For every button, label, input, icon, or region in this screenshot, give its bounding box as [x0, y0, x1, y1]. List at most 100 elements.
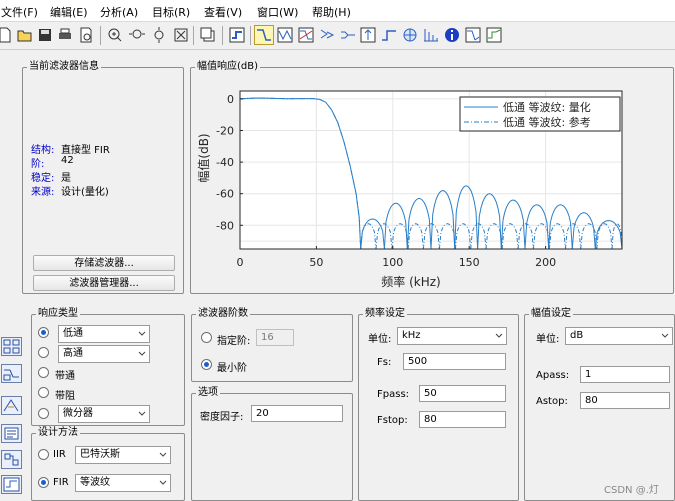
minimum-order-label: 最小阶	[217, 363, 247, 374]
design-method-title: 设计方法	[36, 427, 80, 439]
highpass-select[interactable]: 高通	[58, 345, 150, 363]
differentiator-radio[interactable]	[38, 408, 49, 419]
toolbar	[0, 22, 675, 50]
zoom-x-icon[interactable]	[128, 26, 146, 44]
bandstop-radio[interactable]	[38, 387, 49, 398]
lowpass-select[interactable]: 低通	[58, 325, 150, 343]
menu-help[interactable]: 帮助(H)	[312, 4, 351, 20]
iir-radio[interactable]	[38, 449, 49, 460]
stable-key: 稳定:	[31, 173, 55, 184]
structure-key: 结构:	[31, 145, 55, 156]
info-icon[interactable]	[443, 26, 461, 44]
design-method-panel: 设计方法 IIR 巴特沃斯 FIR 等波纹	[31, 427, 185, 501]
freq-units-label: 单位:	[368, 334, 392, 345]
density-factor-input[interactable]: 20	[251, 405, 343, 422]
pole-zero-icon[interactable]	[401, 26, 419, 44]
fir-label: FIR	[53, 477, 69, 488]
zoom-in-icon[interactable]	[106, 26, 124, 44]
transform-filter-side-icon[interactable]	[1, 364, 22, 383]
zoom-y-icon[interactable]	[150, 26, 168, 44]
round-off-icon[interactable]	[485, 26, 503, 44]
magnitude-phase-icon[interactable]	[297, 26, 315, 44]
phase-delay-icon[interactable]	[339, 26, 357, 44]
magnitude-response-icon[interactable]	[254, 25, 274, 45]
magnitude-specs-title: 幅值设定	[529, 308, 573, 320]
options-panel: 选项 密度因子: 20	[191, 387, 353, 501]
current-filter-info-title: 当前滤波器信息	[27, 61, 101, 73]
step-response-icon[interactable]	[380, 26, 398, 44]
open-icon[interactable]	[16, 26, 34, 44]
freq-units-select[interactable]: kHz	[397, 327, 507, 345]
magnitude-specs-panel: 幅值设定 单位: dB Apass: 1 Astop: 80	[524, 308, 675, 501]
coefficients-icon[interactable]	[422, 26, 440, 44]
menu-view[interactable]: 查看(V)	[204, 4, 242, 20]
menu-analysis[interactable]: 分析(A)	[100, 4, 138, 20]
menu-targets[interactable]: 目标(R)	[152, 4, 190, 20]
fpass-label: Fpass:	[377, 389, 410, 400]
menu-file[interactable]: 文件(F)	[1, 4, 38, 20]
new-window-icon[interactable]	[199, 26, 217, 44]
magnitude-response-panel: 幅值响应(dB)	[190, 61, 674, 294]
impulse-response-icon[interactable]	[359, 26, 377, 44]
response-type-title: 响应类型	[36, 308, 80, 320]
realize-model-side-icon[interactable]	[1, 396, 22, 415]
density-factor-label: 密度因子:	[200, 412, 244, 423]
lowpass-radio[interactable]	[38, 327, 49, 338]
apass-label: Apass:	[536, 370, 570, 381]
group-delay-icon[interactable]	[318, 26, 336, 44]
design-mode-icon[interactable]	[228, 26, 246, 44]
frequency-specs-panel: 频率设定 单位: kHz Fs: 500 Fpass: 50 Fstop: 80	[358, 308, 519, 501]
apass-input[interactable]: 1	[580, 366, 670, 383]
full-view-icon[interactable]	[172, 26, 190, 44]
options-title: 选项	[196, 387, 220, 399]
filter-manager-button[interactable]: 滤波器管理器...	[33, 275, 175, 291]
watermark: CSDN @.灯	[604, 485, 659, 496]
phase-response-icon[interactable]	[276, 26, 294, 44]
mag-units-label: 单位:	[536, 334, 560, 345]
menu-bar: 文件(F) 编辑(E) 分析(A) 目标(R) 查看(V) 窗口(W) 帮助(H…	[0, 0, 675, 22]
bandstop-label: 带阻	[55, 391, 75, 402]
structure-value: 直接型 FIR	[61, 145, 110, 156]
order-value: 42	[61, 155, 74, 166]
source-key: 来源:	[31, 187, 55, 198]
differentiator-select[interactable]: 微分器	[58, 405, 150, 423]
store-filter-button[interactable]: 存储滤波器...	[33, 255, 175, 271]
noise-icon[interactable]	[464, 26, 482, 44]
iir-label: IIR	[53, 449, 66, 460]
astop-label: Astop:	[536, 396, 568, 407]
fir-method-select[interactable]: 等波纹	[75, 474, 171, 492]
response-type-panel: 响应类型 低通 高通 带通 带阻 微分器	[31, 308, 185, 426]
astop-input[interactable]: 80	[580, 392, 670, 409]
fstop-input[interactable]: 80	[419, 411, 506, 428]
bandpass-label: 带通	[55, 371, 75, 382]
magnitude-response-title: 幅值响应(dB)	[195, 61, 261, 73]
filter-order-panel: 滤波器阶数 指定阶: 16 最小阶	[191, 308, 353, 382]
design-filter-side-icon[interactable]	[1, 475, 22, 494]
highpass-radio[interactable]	[38, 347, 49, 358]
bandpass-radio[interactable]	[38, 367, 49, 378]
pole-zero-editor-side-icon[interactable]	[1, 337, 22, 356]
filter-order-title: 滤波器阶数	[196, 308, 250, 320]
current-filter-info-panel: 当前滤波器信息 结构: 直接型 FIR 阶: 42 稳定: 是 来源: 设计(量…	[22, 61, 184, 294]
multirate-side-icon[interactable]	[1, 450, 22, 469]
fir-radio[interactable]	[38, 477, 49, 488]
fs-input[interactable]: 500	[403, 353, 506, 370]
source-value: 设计(量化)	[61, 187, 109, 198]
print-preview-icon[interactable]	[77, 26, 95, 44]
fstop-label: Fstop:	[377, 415, 408, 426]
frequency-specs-title: 频率设定	[363, 308, 407, 320]
menu-window[interactable]: 窗口(W)	[257, 4, 298, 20]
stable-value: 是	[61, 173, 71, 184]
menu-edit[interactable]: 编辑(E)	[50, 4, 88, 20]
specify-order-radio[interactable]	[201, 332, 212, 343]
import-filter-side-icon[interactable]	[1, 424, 22, 443]
mag-units-select[interactable]: dB	[565, 327, 673, 345]
fpass-input[interactable]: 50	[419, 385, 506, 402]
fs-label: Fs:	[377, 357, 392, 368]
minimum-order-radio[interactable]	[201, 359, 212, 370]
new-icon[interactable]	[0, 26, 14, 44]
iir-method-select[interactable]: 巴特沃斯	[75, 446, 171, 464]
specify-order-input[interactable]: 16	[256, 329, 294, 346]
save-icon[interactable]	[36, 26, 54, 44]
print-icon[interactable]	[56, 26, 74, 44]
